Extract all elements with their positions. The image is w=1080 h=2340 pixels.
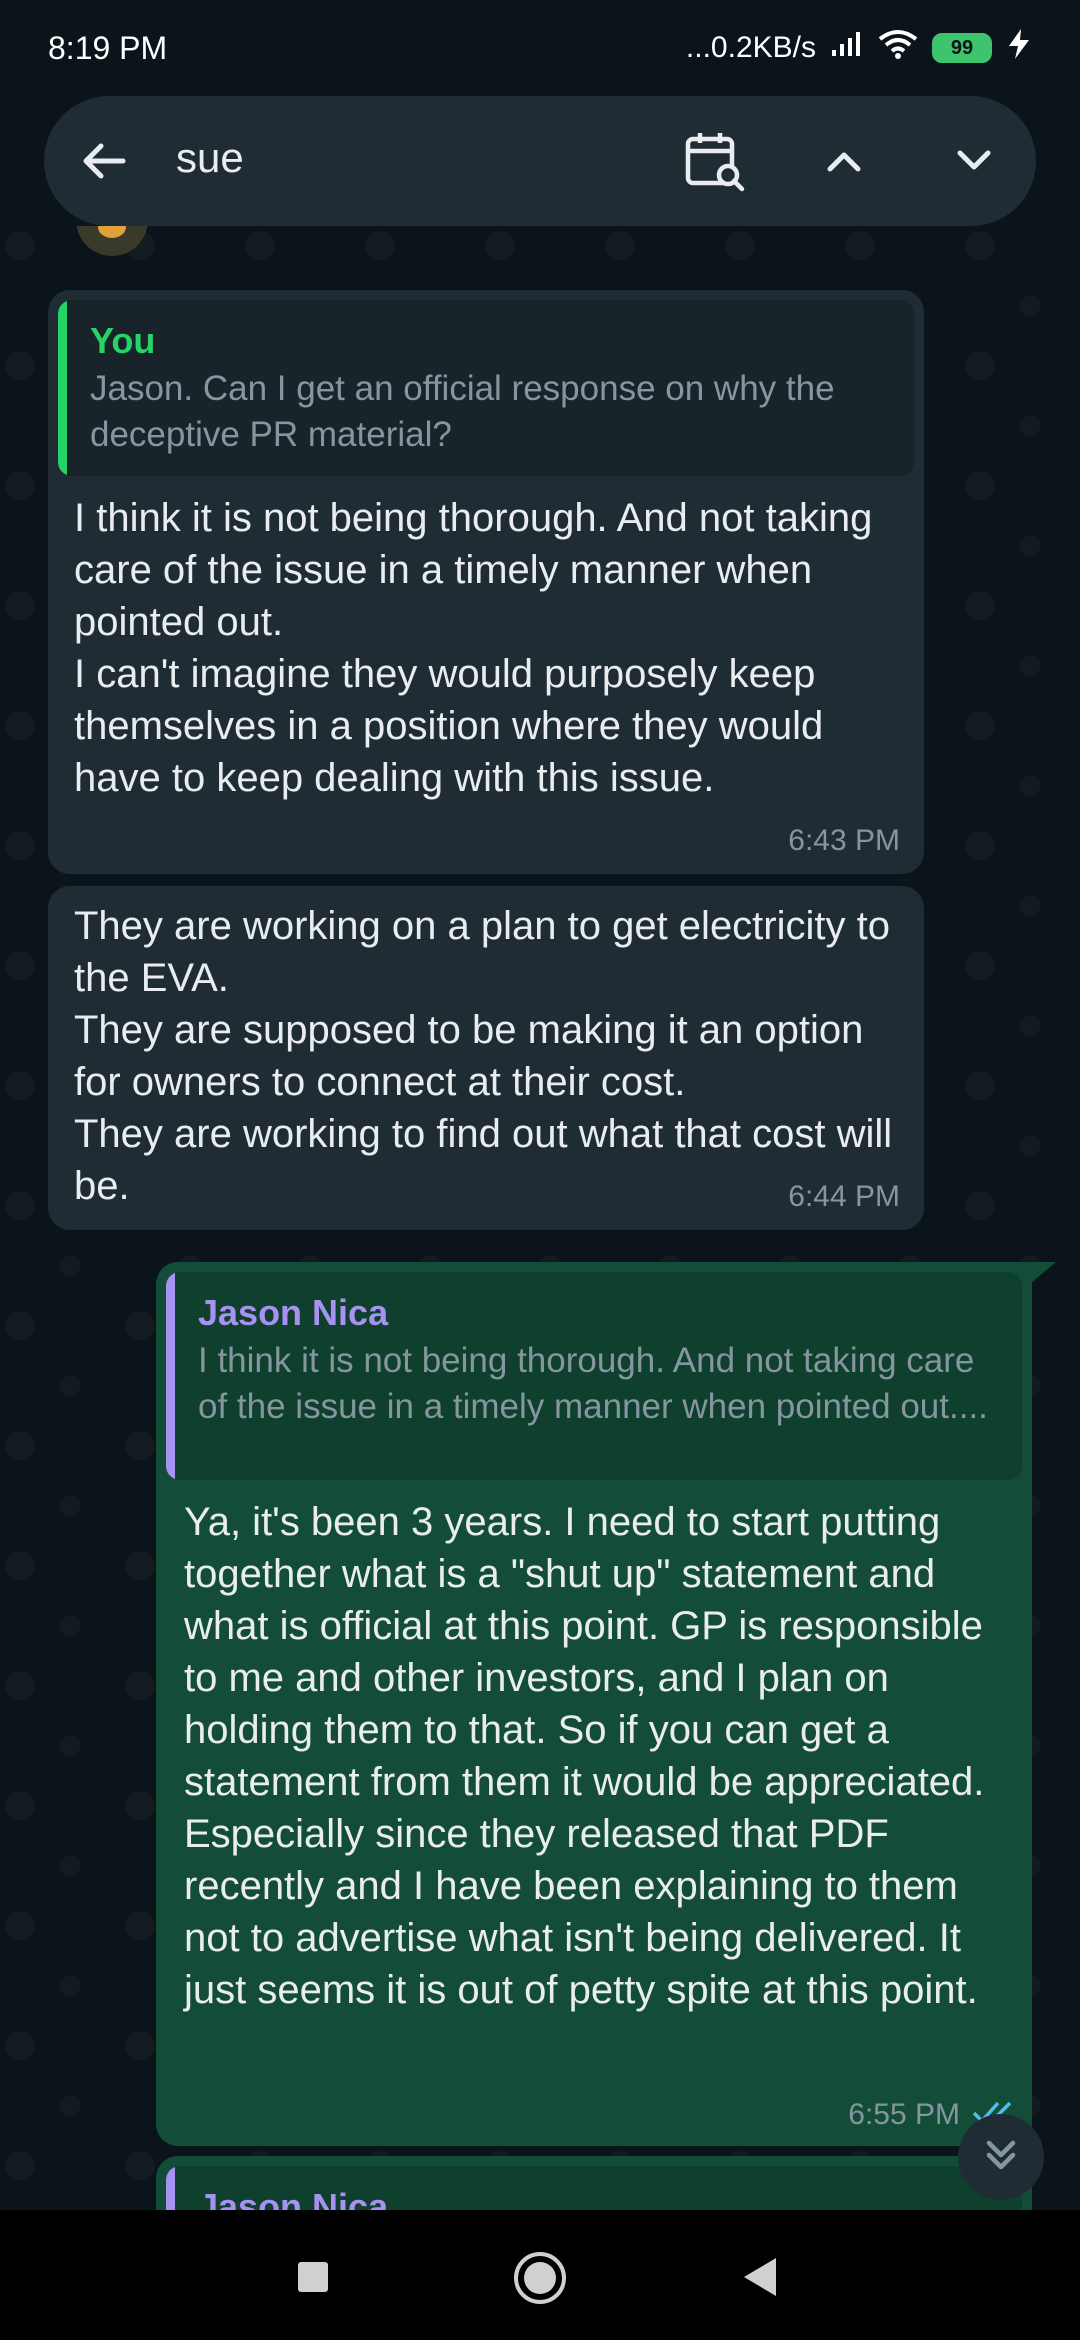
charging-icon <box>1006 28 1032 68</box>
quote-text: Jason. Can I get an official response on… <box>90 369 835 454</box>
quote-text: I think it is not being thorough. And no… <box>198 1341 988 1426</box>
status-time: 8:19 PM <box>48 29 168 66</box>
network-speed: ...0.2KB/s <box>685 31 816 64</box>
chat-messages[interactable]: You Jason. Can I get an official respons… <box>0 226 1080 2210</box>
chevron-down-icon[interactable] <box>934 121 1014 201</box>
quoted-message[interactable]: You Jason. Can I get an official respons… <box>58 300 914 476</box>
wifi-icon <box>878 29 918 67</box>
message-text: They are working on a plan to get electr… <box>74 904 893 1208</box>
quote-author: You <box>90 320 156 361</box>
message-text: Ya, it's been 3 years. I need to start p… <box>184 1500 985 2012</box>
navigation-bar <box>0 2210 1080 2340</box>
quote-accent-bar <box>166 1272 175 1480</box>
message-bubble[interactable]: Jason Nica <box>156 2156 1032 2210</box>
message-bubble[interactable]: They are working on a plan to get electr… <box>48 886 924 1230</box>
quote-accent-bar <box>58 300 67 476</box>
message-bubble[interactable]: You Jason. Can I get an official respons… <box>48 290 924 874</box>
status-bar: 8:19 PM ...0.2KB/s 99 <box>0 0 1080 96</box>
status-icons: ...0.2KB/s 99 <box>686 28 1032 68</box>
search-bar: sue <box>44 96 1036 226</box>
message-time: 6:44 PM <box>788 1180 900 1213</box>
quote-author: Jason Nica <box>198 2186 389 2210</box>
signal-icon <box>830 30 864 66</box>
bubble-tail <box>1030 1262 1056 1284</box>
recent-apps-icon[interactable] <box>296 2260 330 2299</box>
quoted-message[interactable]: Jason Nica <box>166 2166 1022 2210</box>
calendar-search-icon[interactable] <box>674 121 754 201</box>
avatar[interactable] <box>76 226 148 256</box>
double-chevron-down-icon <box>979 2133 1023 2182</box>
back-icon[interactable] <box>742 2256 778 2303</box>
back-arrow-icon[interactable] <box>64 121 144 201</box>
message-bubble[interactable]: Jason Nica I think it is not being thoro… <box>156 1262 1056 2146</box>
quoted-message[interactable]: Jason Nica I think it is not being thoro… <box>166 1272 1022 1480</box>
quote-author: Jason Nica <box>198 1292 389 1333</box>
home-icon[interactable] <box>512 2250 568 2311</box>
chevron-up-icon[interactable] <box>804 121 884 201</box>
message-text: I think it is not being thorough. And no… <box>74 496 873 800</box>
message-time: 6:43 PM <box>788 824 900 857</box>
message-time: 6:55 PM <box>848 2098 960 2131</box>
battery-icon: 99 <box>932 33 992 63</box>
search-input[interactable]: sue <box>176 134 244 182</box>
scroll-down-button[interactable] <box>958 2114 1044 2200</box>
quote-accent-bar <box>166 2166 175 2210</box>
